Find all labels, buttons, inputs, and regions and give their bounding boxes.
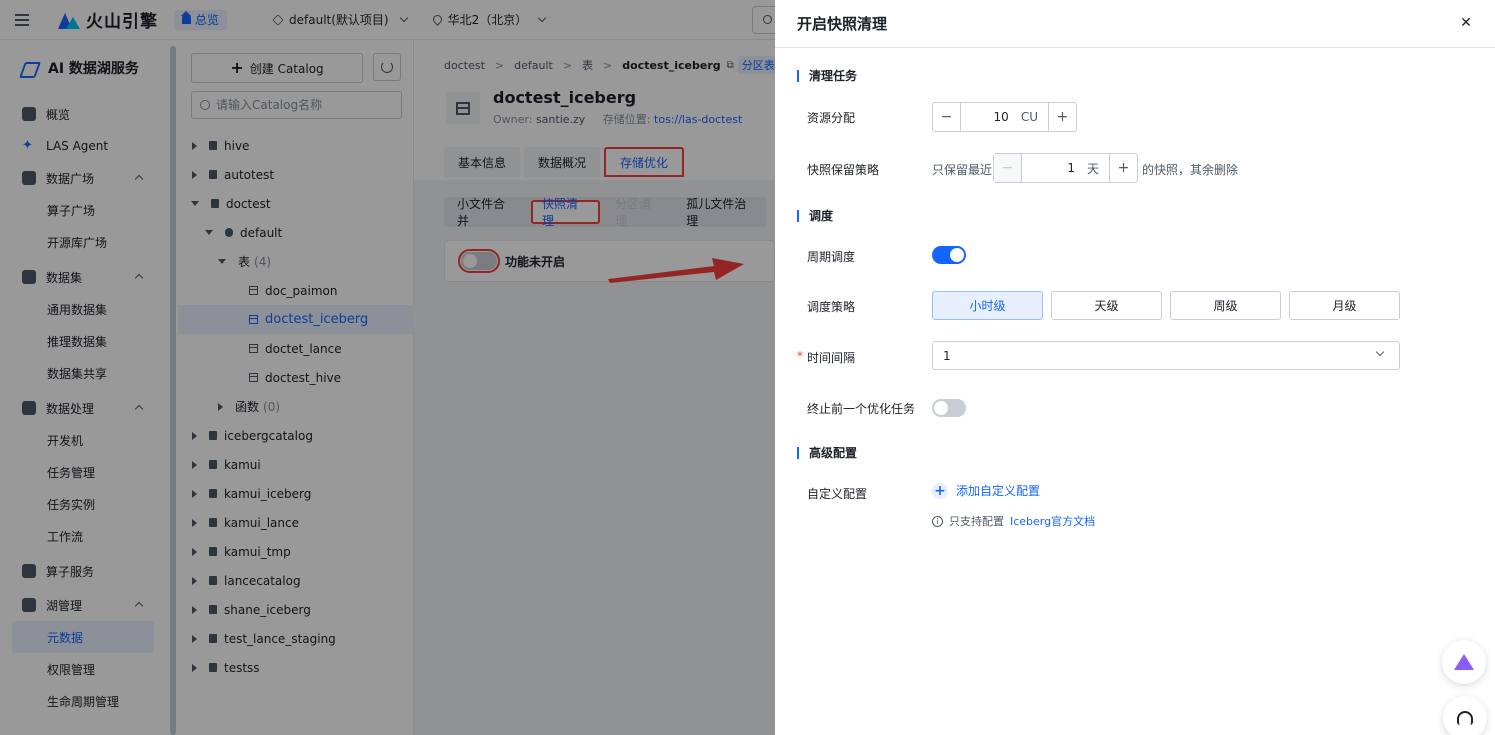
- interval-label-text: 时间间隔: [807, 351, 856, 365]
- info-icon: i: [932, 515, 943, 527]
- periodic-schedule-toggle[interactable]: [932, 246, 966, 264]
- decrement-button[interactable]: −: [933, 103, 961, 131]
- hint-text: 只支持配置: [949, 515, 1004, 528]
- add-custom-config-button[interactable]: + 添加自定义配置: [932, 482, 1040, 499]
- section-advanced: 高级配置: [797, 447, 857, 459]
- resource-value[interactable]: 10 CU: [961, 110, 1048, 124]
- config-hint: i 只支持配置 Iceberg官方文档: [932, 513, 1095, 529]
- increment-button[interactable]: +: [1109, 154, 1137, 182]
- resource-stepper: − 10 CU +: [932, 102, 1077, 132]
- section-schedule: 调度: [797, 210, 833, 222]
- drawer-header: 开启快照清理 ✕: [775, 0, 1495, 48]
- modal-mask[interactable]: [0, 0, 775, 735]
- ai-assistant-icon: [1454, 654, 1474, 670]
- decrement-button: −: [994, 154, 1022, 182]
- periodic-label: 周期调度: [807, 250, 856, 264]
- retain-suffix: 的快照，其余删除: [1142, 163, 1239, 177]
- drawer-title: 开启快照清理: [797, 15, 888, 33]
- retain-value[interactable]: 1天: [1022, 160, 1109, 177]
- policy-label: 调度策略: [807, 300, 856, 314]
- support-button[interactable]: [1443, 696, 1487, 735]
- retain-stepper: − 1天 +: [993, 153, 1138, 183]
- resource-label: 资源分配: [807, 111, 856, 125]
- snapshot-clean-drawer: 开启快照清理 ✕ 清理任务 资源分配 − 10 CU + 快照保留策略 只保留最近…: [775, 0, 1495, 735]
- policy-hourly[interactable]: 小时级: [932, 291, 1043, 320]
- retain-unit: 天: [1086, 161, 1099, 176]
- increment-button[interactable]: +: [1048, 103, 1076, 131]
- resource-unit: CU: [1020, 110, 1038, 124]
- add-custom-config-label: 添加自定义配置: [956, 484, 1041, 498]
- iceberg-doc-link[interactable]: Iceberg官方文档: [1010, 513, 1095, 529]
- custom-config-label: 自定义配置: [807, 487, 868, 501]
- policy-radio-group: 小时级 天级 周级 月级: [932, 291, 1400, 320]
- terminate-label: 终止前一个优化任务: [807, 402, 916, 416]
- ai-assistant-button[interactable]: [1442, 640, 1486, 684]
- required-mark: *: [797, 349, 803, 363]
- policy-monthly[interactable]: 月级: [1289, 291, 1400, 320]
- terminate-previous-toggle[interactable]: [932, 399, 966, 417]
- policy-weekly[interactable]: 周级: [1170, 291, 1281, 320]
- retain-prefix: 只保留最近: [932, 163, 993, 177]
- interval-select[interactable]: 1: [932, 341, 1400, 370]
- retain-number: 1: [1067, 161, 1075, 175]
- interval-label: * 时间间隔: [797, 349, 856, 366]
- interval-value: 1: [943, 348, 951, 363]
- chevron-down-icon: [1375, 347, 1385, 357]
- close-icon[interactable]: ✕: [1459, 16, 1473, 30]
- plus-circle-icon: +: [932, 482, 948, 499]
- headset-icon: [1457, 711, 1473, 725]
- policy-daily[interactable]: 天级: [1051, 291, 1162, 320]
- section-cleanup-task: 清理任务: [797, 70, 857, 82]
- retain-label: 快照保留策略: [807, 163, 880, 177]
- resource-number: 10: [993, 110, 1009, 124]
